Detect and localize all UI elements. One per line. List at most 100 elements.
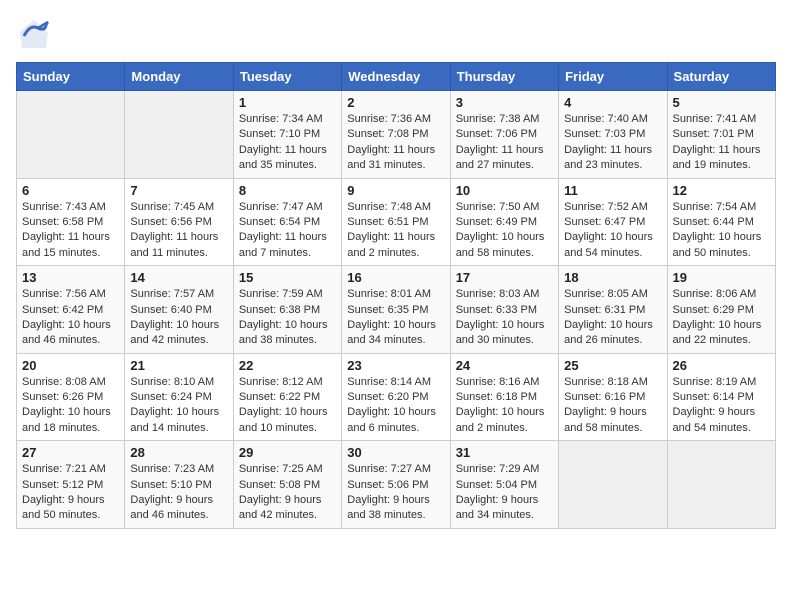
sunset-label: Sunset: 6:40 PM [130,304,211,316]
cell-content: Sunrise: 8:01 AM Sunset: 6:35 PM Dayligh… [347,287,444,349]
sunset-label: Sunset: 7:08 PM [347,128,428,140]
calendar-cell: 24 Sunrise: 8:16 AM Sunset: 6:18 PM Dayl… [450,353,558,441]
sunrise-label: Sunrise: 7:48 AM [347,201,431,213]
cell-content: Sunrise: 7:34 AM Sunset: 7:10 PM Dayligh… [239,112,336,174]
sunrise-label: Sunrise: 7:29 AM [456,463,540,475]
cell-content: Sunrise: 8:18 AM Sunset: 6:16 PM Dayligh… [564,375,661,437]
cell-content: Sunrise: 7:47 AM Sunset: 6:54 PM Dayligh… [239,200,336,262]
sunset-label: Sunset: 7:01 PM [673,128,754,140]
day-number: 7 [130,183,227,198]
sunset-label: Sunset: 5:12 PM [22,479,103,491]
cell-content: Sunrise: 7:52 AM Sunset: 6:47 PM Dayligh… [564,200,661,262]
daylight-label: Daylight: 10 hours and 38 minutes. [239,319,328,346]
daylight-label: Daylight: 10 hours and 50 minutes. [673,231,762,258]
daylight-label: Daylight: 10 hours and 54 minutes. [564,231,653,258]
daylight-label: Daylight: 11 hours and 15 minutes. [22,231,110,258]
daylight-label: Daylight: 11 hours and 35 minutes. [239,144,327,171]
day-number: 21 [130,358,227,373]
sunrise-label: Sunrise: 7:56 AM [22,288,106,300]
sunset-label: Sunset: 6:58 PM [22,216,103,228]
daylight-label: Daylight: 9 hours and 38 minutes. [347,494,430,521]
sunrise-label: Sunrise: 7:50 AM [456,201,540,213]
weekday-header-cell: Sunday [17,63,125,91]
calendar-body: 1 Sunrise: 7:34 AM Sunset: 7:10 PM Dayli… [17,91,776,529]
cell-content: Sunrise: 8:10 AM Sunset: 6:24 PM Dayligh… [130,375,227,437]
sunrise-label: Sunrise: 7:36 AM [347,113,431,125]
calendar-cell: 9 Sunrise: 7:48 AM Sunset: 6:51 PM Dayli… [342,178,450,266]
weekday-header-cell: Wednesday [342,63,450,91]
sunrise-label: Sunrise: 7:52 AM [564,201,648,213]
sunrise-label: Sunrise: 8:01 AM [347,288,431,300]
sunrise-label: Sunrise: 8:12 AM [239,376,323,388]
sunset-label: Sunset: 6:18 PM [456,391,537,403]
day-number: 28 [130,445,227,460]
cell-content: Sunrise: 7:57 AM Sunset: 6:40 PM Dayligh… [130,287,227,349]
daylight-label: Daylight: 11 hours and 11 minutes. [130,231,218,258]
cell-content: Sunrise: 7:59 AM Sunset: 6:38 PM Dayligh… [239,287,336,349]
day-number: 18 [564,270,661,285]
sunrise-label: Sunrise: 7:25 AM [239,463,323,475]
calendar-cell: 25 Sunrise: 8:18 AM Sunset: 6:16 PM Dayl… [559,353,667,441]
sunset-label: Sunset: 6:29 PM [673,304,754,316]
sunset-label: Sunset: 6:24 PM [130,391,211,403]
sunset-label: Sunset: 6:35 PM [347,304,428,316]
sunrise-label: Sunrise: 7:45 AM [130,201,214,213]
cell-content: Sunrise: 8:03 AM Sunset: 6:33 PM Dayligh… [456,287,553,349]
calendar-cell: 19 Sunrise: 8:06 AM Sunset: 6:29 PM Dayl… [667,266,775,354]
calendar-cell [17,91,125,179]
calendar-cell: 26 Sunrise: 8:19 AM Sunset: 6:14 PM Dayl… [667,353,775,441]
calendar-cell: 6 Sunrise: 7:43 AM Sunset: 6:58 PM Dayli… [17,178,125,266]
sunset-label: Sunset: 5:06 PM [347,479,428,491]
day-number: 14 [130,270,227,285]
sunset-label: Sunset: 6:22 PM [239,391,320,403]
sunset-label: Sunset: 7:10 PM [239,128,320,140]
sunset-label: Sunset: 6:16 PM [564,391,645,403]
cell-content: Sunrise: 7:29 AM Sunset: 5:04 PM Dayligh… [456,462,553,524]
sunrise-label: Sunrise: 7:21 AM [22,463,106,475]
cell-content: Sunrise: 7:50 AM Sunset: 6:49 PM Dayligh… [456,200,553,262]
day-number: 10 [456,183,553,198]
sunset-label: Sunset: 6:14 PM [673,391,754,403]
sunset-label: Sunset: 6:38 PM [239,304,320,316]
cell-content: Sunrise: 7:36 AM Sunset: 7:08 PM Dayligh… [347,112,444,174]
sunrise-label: Sunrise: 8:18 AM [564,376,648,388]
sunset-label: Sunset: 6:33 PM [456,304,537,316]
calendar-cell: 30 Sunrise: 7:27 AM Sunset: 5:06 PM Dayl… [342,441,450,529]
day-number: 19 [673,270,770,285]
sunrise-label: Sunrise: 8:19 AM [673,376,757,388]
sunrise-label: Sunrise: 7:23 AM [130,463,214,475]
sunrise-label: Sunrise: 7:59 AM [239,288,323,300]
daylight-label: Daylight: 10 hours and 42 minutes. [130,319,219,346]
daylight-label: Daylight: 10 hours and 6 minutes. [347,406,436,433]
sunrise-label: Sunrise: 8:06 AM [673,288,757,300]
cell-content: Sunrise: 7:43 AM Sunset: 6:58 PM Dayligh… [22,200,119,262]
calendar-table: SundayMondayTuesdayWednesdayThursdayFrid… [16,62,776,529]
cell-content: Sunrise: 8:06 AM Sunset: 6:29 PM Dayligh… [673,287,770,349]
weekday-header-cell: Saturday [667,63,775,91]
day-number: 9 [347,183,444,198]
daylight-label: Daylight: 9 hours and 50 minutes. [22,494,105,521]
sunset-label: Sunset: 6:42 PM [22,304,103,316]
logo-icon [16,16,52,52]
sunset-label: Sunset: 6:51 PM [347,216,428,228]
sunrise-label: Sunrise: 7:40 AM [564,113,648,125]
cell-content: Sunrise: 7:48 AM Sunset: 6:51 PM Dayligh… [347,200,444,262]
cell-content: Sunrise: 7:21 AM Sunset: 5:12 PM Dayligh… [22,462,119,524]
day-number: 12 [673,183,770,198]
calendar-cell: 22 Sunrise: 8:12 AM Sunset: 6:22 PM Dayl… [233,353,341,441]
cell-content: Sunrise: 7:40 AM Sunset: 7:03 PM Dayligh… [564,112,661,174]
calendar-week-row: 20 Sunrise: 8:08 AM Sunset: 6:26 PM Dayl… [17,353,776,441]
sunset-label: Sunset: 7:06 PM [456,128,537,140]
daylight-label: Daylight: 10 hours and 34 minutes. [347,319,436,346]
day-number: 13 [22,270,119,285]
day-number: 31 [456,445,553,460]
calendar-cell: 8 Sunrise: 7:47 AM Sunset: 6:54 PM Dayli… [233,178,341,266]
calendar-cell: 31 Sunrise: 7:29 AM Sunset: 5:04 PM Dayl… [450,441,558,529]
sunset-label: Sunset: 6:26 PM [22,391,103,403]
weekday-header-row: SundayMondayTuesdayWednesdayThursdayFrid… [17,63,776,91]
day-number: 22 [239,358,336,373]
calendar-cell: 4 Sunrise: 7:40 AM Sunset: 7:03 PM Dayli… [559,91,667,179]
sunset-label: Sunset: 6:54 PM [239,216,320,228]
daylight-label: Daylight: 9 hours and 46 minutes. [130,494,213,521]
daylight-label: Daylight: 10 hours and 18 minutes. [22,406,111,433]
